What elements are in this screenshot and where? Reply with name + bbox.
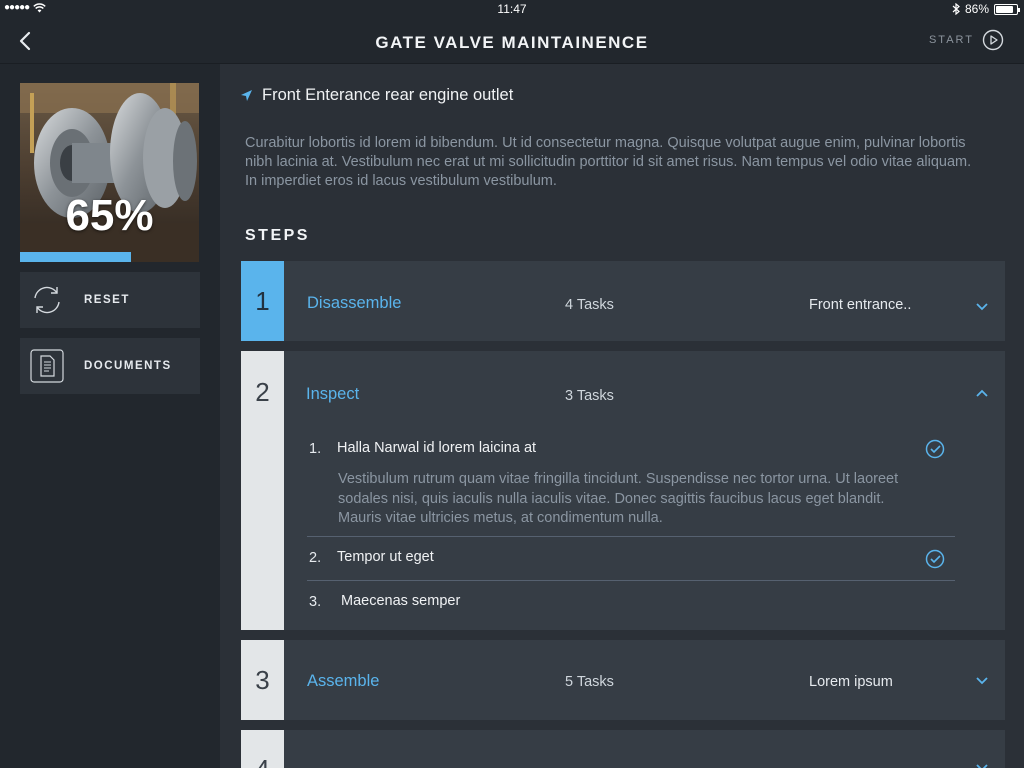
reset-button[interactable]: RESET xyxy=(20,272,200,328)
task-number: 3. xyxy=(309,594,322,610)
battery-level xyxy=(996,5,1013,13)
task-title: Tempor ut eget xyxy=(337,549,434,565)
battery-icon xyxy=(994,3,1020,15)
chevron-down-icon[interactable] xyxy=(975,675,989,685)
nav-bar: GATE VALVE MAINTAINENCE START xyxy=(0,18,1024,64)
progress-bar xyxy=(20,252,131,262)
step-task-count: 3 Tasks xyxy=(565,388,614,404)
check-circle-icon[interactable] xyxy=(925,549,945,569)
task-item[interactable]: 2. Tempor ut eget xyxy=(307,549,955,573)
step-number-badge: 2 xyxy=(241,351,284,630)
equipment-photo: 65% xyxy=(20,83,199,262)
description-text: Curabitur lobortis id lorem id bibendum.… xyxy=(245,135,972,189)
task-title: Halla Narwal id lorem laicina at xyxy=(337,440,537,456)
document-icon xyxy=(30,349,64,383)
page-title: GATE VALVE MAINTAINENCE xyxy=(375,33,649,52)
task-item[interactable]: 3. Maecenas semper xyxy=(307,593,955,617)
step-number: 2 xyxy=(255,377,270,407)
step-card-inspect[interactable]: 2 Inspect 3 Tasks 1. Halla Narwal id lor… xyxy=(241,351,1005,630)
task-divider xyxy=(307,580,955,581)
task-title: Maecenas semper xyxy=(341,593,461,609)
step-number: 4 xyxy=(241,754,284,768)
location-row: Front Enterance rear engine outlet xyxy=(240,86,513,105)
chevron-down-icon[interactable] xyxy=(975,762,989,768)
step-number-badge: 4 xyxy=(241,730,284,768)
task-number: 1. xyxy=(309,441,322,457)
steps-heading: STEPS xyxy=(245,227,310,244)
documents-label: DOCUMENTS xyxy=(84,360,172,372)
location-arrow-icon xyxy=(241,90,252,101)
step-task-count: 4 Tasks xyxy=(565,297,614,313)
step-name: Assemble xyxy=(307,672,380,690)
step-card-disassemble[interactable]: 1 Disassemble 4 Tasks Front entrance.. xyxy=(241,261,1005,341)
step-card-4[interactable]: 4 xyxy=(241,730,1005,768)
bluetooth-icon xyxy=(952,3,960,15)
step-number-badge: 1 xyxy=(241,261,284,341)
status-bar: ●●●●● 11:47 86% xyxy=(0,0,1024,18)
sidebar: 65% RESET DOCUMENTS xyxy=(0,64,220,768)
step-number-badge: 3 xyxy=(241,640,284,720)
task-description: Vestibulum rutrum quam vitae fringilla t… xyxy=(338,471,899,526)
start-label: START xyxy=(928,34,974,46)
step-location: Lorem ipsum xyxy=(809,674,893,690)
step-task-count: 5 Tasks xyxy=(565,674,614,690)
task-divider xyxy=(307,536,955,537)
battery-percent: 86% xyxy=(964,2,989,16)
step-number: 3 xyxy=(255,665,270,695)
task-item[interactable]: 1. Halla Narwal id lorem laicina at Vest… xyxy=(307,439,955,531)
step-number: 1 xyxy=(255,286,270,316)
progress-percent: 65% xyxy=(65,191,154,240)
chevron-up-icon[interactable] xyxy=(975,388,989,398)
refresh-icon xyxy=(34,286,60,314)
task-number: 2. xyxy=(309,550,322,566)
step-location: Front entrance.. xyxy=(809,297,912,313)
start-button[interactable]: START xyxy=(929,29,1004,51)
status-time: 11:47 xyxy=(497,2,527,16)
step-name: Disassemble xyxy=(307,294,402,312)
step-card-assemble[interactable]: 3 Assemble 5 Tasks Lorem ipsum xyxy=(241,640,1005,720)
check-circle-icon[interactable] xyxy=(925,439,945,459)
documents-button[interactable]: DOCUMENTS xyxy=(20,338,200,394)
play-circle-icon xyxy=(982,29,1004,51)
location-text: Front Enterance rear engine outlet xyxy=(262,86,514,104)
status-right: 86% xyxy=(952,2,1020,16)
reset-label: RESET xyxy=(84,294,130,306)
step-name: Inspect xyxy=(306,385,360,403)
main-content: Front Enterance rear engine outlet Curab… xyxy=(220,64,1024,768)
chevron-down-icon[interactable] xyxy=(975,301,989,311)
